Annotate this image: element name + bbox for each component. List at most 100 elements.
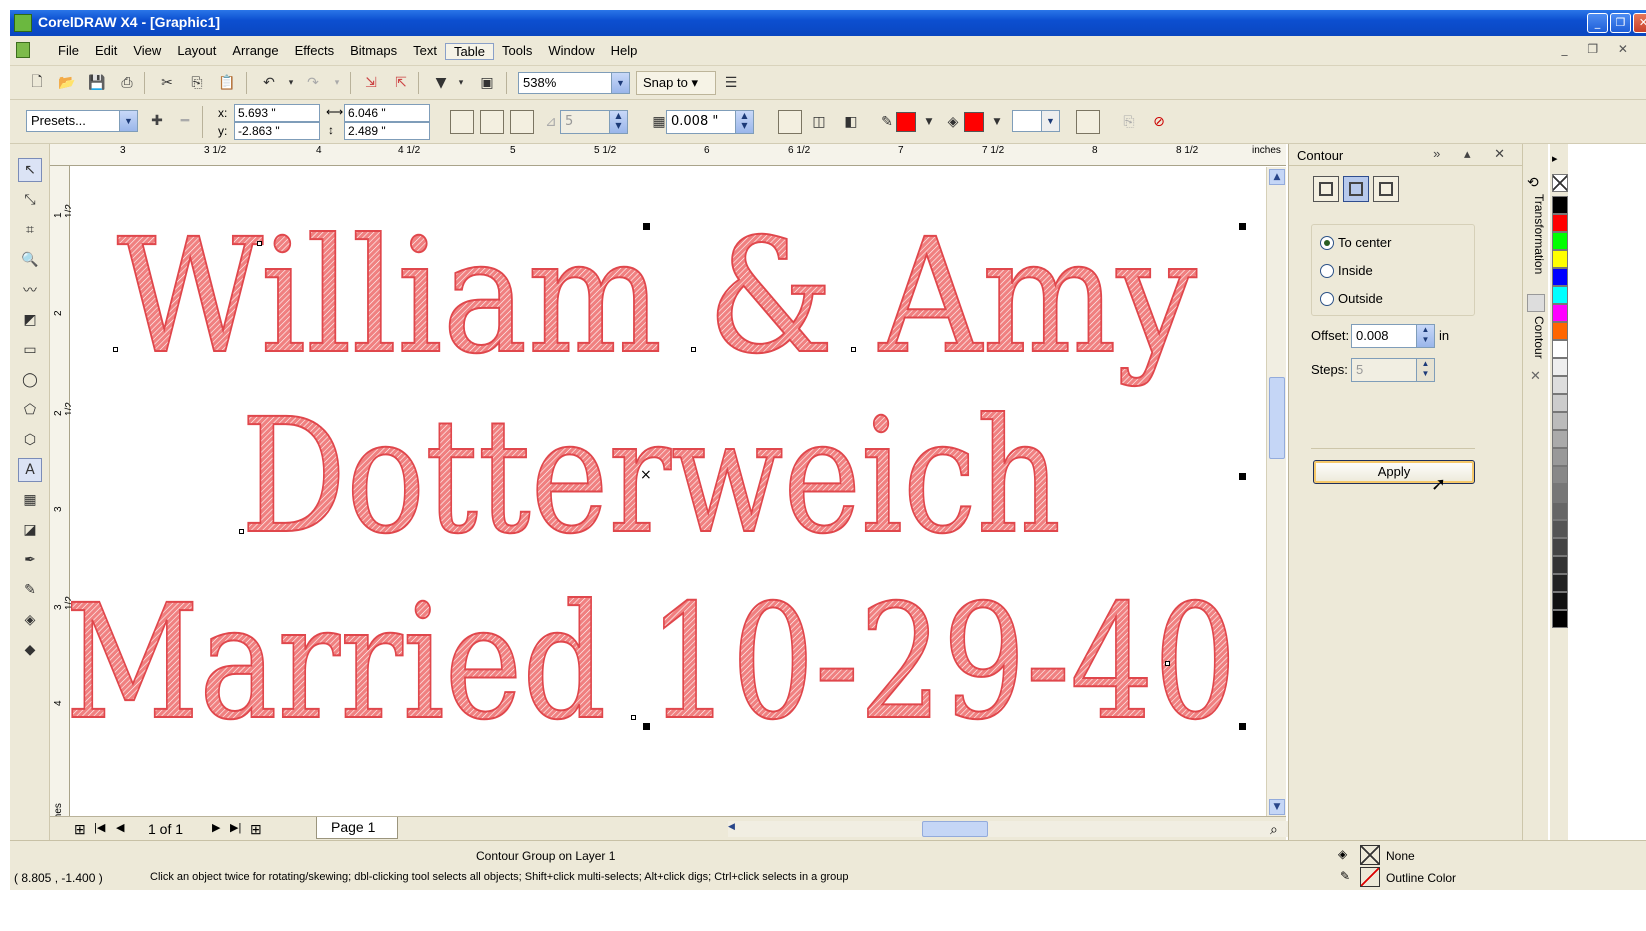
palette-swatch[interactable] [1552, 232, 1568, 250]
rectangle-tool-icon[interactable]: ▭ [18, 338, 42, 362]
smart-fill-icon[interactable]: ◩ [18, 308, 42, 332]
selection-handle[interactable] [1239, 723, 1246, 730]
paste-icon[interactable]: 📋 [216, 72, 238, 94]
tab-contour[interactable]: Contour [1526, 316, 1546, 359]
polygon-tool-icon[interactable]: ⬠ [18, 398, 42, 422]
offset-spinner[interactable]: 0.008 " ▲ ▼ [666, 110, 754, 134]
radio-to-center[interactable]: To center [1320, 235, 1391, 250]
first-page-icon[interactable]: |◀ [94, 821, 105, 834]
cut-icon[interactable]: ✂ [156, 72, 178, 94]
spinner-arrows-icon[interactable]: ▲ ▼ [735, 111, 753, 133]
selection-handle[interactable] [643, 723, 650, 730]
add-preset-icon[interactable]: ✚ [146, 110, 168, 132]
pick-tool-icon[interactable]: ↖ [18, 158, 42, 182]
add-page-after-icon[interactable]: ⊞ [250, 821, 262, 838]
docker-controls[interactable]: » ▴ ✕ [1433, 146, 1515, 162]
node-marker[interactable] [631, 715, 636, 720]
palette-swatch[interactable] [1552, 610, 1568, 628]
design-line-william-amy[interactable]: William & Amy [116, 204, 1198, 390]
menu-tools[interactable]: Tools [494, 43, 540, 60]
palette-swatch[interactable] [1552, 358, 1568, 376]
spinner-arrows-icon[interactable]: ▲ ▼ [1416, 359, 1434, 381]
clear-contour-icon[interactable]: ⊘ [1148, 111, 1170, 133]
freehand-tool-icon[interactable]: 〰 [18, 278, 42, 302]
palette-swatch[interactable] [1552, 376, 1568, 394]
palette-swatch[interactable] [1552, 394, 1568, 412]
contour-text-group[interactable]: William & Amy Dotterweich Married 10-29-… [71, 167, 1266, 816]
palette-swatch[interactable] [1552, 214, 1568, 232]
new-icon[interactable]: 🗋 [26, 72, 48, 94]
center-marker-icon[interactable]: × [640, 467, 652, 483]
palette-swatch[interactable] [1552, 412, 1568, 430]
outline-color-swatch[interactable] [896, 112, 916, 132]
options-icon[interactable]: ☰ [720, 72, 742, 94]
steps-spinner[interactable]: 5 ▲ ▼ [560, 110, 628, 134]
color-mode-icon[interactable] [1373, 176, 1399, 202]
menu-arrange[interactable]: Arrange [224, 43, 286, 60]
blend-tool-icon[interactable]: ◪ [18, 518, 42, 542]
palette-swatch[interactable] [1552, 448, 1568, 466]
node-marker[interactable] [257, 241, 262, 246]
palette-swatch[interactable] [1552, 520, 1568, 538]
crop-tool-icon[interactable]: ⌗ [18, 218, 42, 242]
drawing-canvas[interactable]: William & Amy Dotterweich Married 10-29-… [71, 167, 1266, 816]
spinner-arrows-icon[interactable]: ▲ ▼ [1416, 325, 1434, 347]
navigator-zoom-icon[interactable]: ⌕ [1270, 821, 1278, 838]
menu-file[interactable]: File [50, 43, 87, 60]
palette-swatch[interactable] [1552, 340, 1568, 358]
menu-help[interactable]: Help [603, 43, 646, 60]
height-field[interactable]: 2.489 " [344, 122, 430, 140]
palette-swatch[interactable] [1552, 268, 1568, 286]
close-button[interactable]: ✕ [1633, 13, 1646, 33]
palette-swatch[interactable] [1552, 250, 1568, 268]
node-marker[interactable] [1165, 661, 1170, 666]
copy-icon[interactable]: ⎘ [186, 72, 208, 94]
import-icon[interactable]: ⇲ [360, 72, 382, 94]
x-position-field[interactable]: 5.693 " [234, 104, 320, 122]
chevron-down-icon[interactable]: ▼ [1041, 111, 1059, 131]
node-marker[interactable] [691, 347, 696, 352]
palette-swatch[interactable] [1552, 556, 1568, 574]
redo-dropdown-icon[interactable]: ▾ [326, 72, 348, 94]
redo-icon[interactable]: ↷ [302, 72, 324, 94]
tab-page-1[interactable]: Page 1 [316, 817, 398, 839]
palette-swatch[interactable] [1552, 196, 1568, 214]
menu-table[interactable]: Table [444, 43, 495, 60]
no-color-swatch[interactable] [1552, 174, 1568, 192]
zoom-tool-icon[interactable]: 🔍 [18, 248, 42, 272]
palette-swatch[interactable] [1552, 538, 1568, 556]
text-tool-icon[interactable]: A [18, 458, 42, 482]
design-line-married-date[interactable]: Married 10-29-40 [71, 570, 1238, 756]
line-mode-icon[interactable] [1343, 176, 1369, 202]
save-icon[interactable]: 💾 [86, 72, 108, 94]
palette-swatch[interactable] [1552, 322, 1568, 340]
node-marker[interactable] [239, 529, 244, 534]
color-acceleration-icon[interactable]: ◫ [808, 111, 830, 133]
open-icon[interactable]: 📂 [56, 72, 78, 94]
eyedropper-icon[interactable]: ✒ [18, 548, 42, 572]
radio-outside[interactable]: Outside [1320, 291, 1383, 306]
docker-steps-spinner[interactable]: 5 ▲ ▼ [1351, 358, 1435, 382]
fill-color-dropdown-icon[interactable]: ▼ [986, 111, 1008, 133]
ellipse-tool-icon[interactable]: ◯ [18, 368, 42, 392]
chevron-down-icon[interactable]: ▼ [611, 73, 629, 93]
interactive-fill-icon[interactable]: ◆ [18, 638, 42, 662]
horizontal-scroll-thumb[interactable] [922, 821, 988, 837]
last-page-icon[interactable]: ▶| [230, 821, 241, 834]
outline-tool-icon[interactable]: ✎ [18, 578, 42, 602]
snap-to-button[interactable]: Snap to ▾ [636, 71, 716, 95]
y-position-field[interactable]: -2.863 " [234, 122, 320, 140]
outside-mode-icon[interactable] [510, 110, 534, 134]
menu-text[interactable]: Text [405, 43, 445, 60]
add-page-before-icon[interactable]: ⊞ [74, 821, 86, 838]
horizontal-scrollbar[interactable]: ◀ ▶ [728, 821, 1320, 837]
node-marker[interactable] [113, 347, 118, 352]
scroll-left-icon[interactable]: ◀ [728, 821, 735, 832]
palette-swatch[interactable] [1552, 466, 1568, 484]
outline-color-dropdown-icon[interactable]: ▼ [918, 111, 940, 133]
vertical-scrollbar[interactable]: ▲ ▼ [1266, 167, 1286, 816]
welcome-screen-icon[interactable]: ▣ [476, 72, 498, 94]
menu-layout[interactable]: Layout [169, 43, 224, 60]
application-launcher-icon[interactable]: ▼ [430, 72, 452, 94]
inside-mode-icon[interactable] [480, 110, 504, 134]
